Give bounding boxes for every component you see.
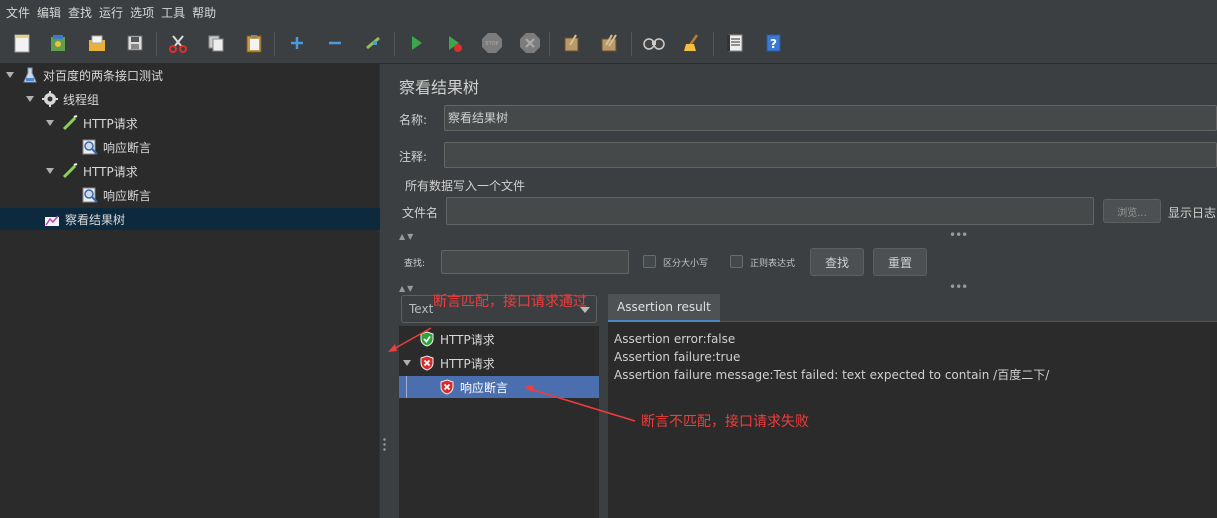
assertion-failure-line: Assertion failure:true: [614, 350, 741, 364]
result-item-fail[interactable]: HTTP请求: [403, 352, 495, 374]
filename-field[interactable]: [446, 197, 1094, 225]
help-icon[interactable]: ?: [762, 32, 784, 54]
tree-item-label: HTTP请求: [83, 164, 138, 179]
sampler-pen-icon: [62, 163, 78, 179]
menu-help[interactable]: 帮助: [192, 4, 216, 21]
annotation-fail: 断言不匹配，接口请求失败: [641, 414, 809, 430]
menu-tools[interactable]: 工具: [161, 4, 185, 21]
page-title: 察看结果树: [399, 78, 480, 97]
stop-icon[interactable]: STOP: [481, 32, 503, 54]
menu-options[interactable]: 选项: [130, 4, 154, 21]
test-plan-icon: [22, 67, 38, 83]
tree-item-test-plan[interactable]: 对百度的两条接口测试: [6, 64, 163, 86]
expand-icon[interactable]: [286, 32, 308, 54]
save-icon[interactable]: [124, 32, 146, 54]
assertion-magnifier-icon: [82, 139, 98, 155]
file-group-title: 所有数据写入一个文件: [405, 179, 526, 193]
show-log-label: 显示日志: [1168, 206, 1217, 220]
search-input[interactable]: [441, 250, 629, 274]
toggle-icon[interactable]: [362, 32, 384, 54]
test-plan-tree: 对百度的两条接口测试 线程组 HTTP请求 响应断言 HTTP请求 响应断言 察…: [0, 64, 380, 518]
menu-file[interactable]: 文件: [6, 4, 30, 21]
result-item-label: HTTP请求: [440, 332, 495, 347]
copy-icon[interactable]: [205, 32, 227, 54]
svg-text:STOP: STOP: [485, 41, 498, 47]
reset-button[interactable]: 重置: [873, 248, 927, 276]
renderer-value: Text: [409, 302, 434, 316]
assertion-magnifier-icon: [82, 187, 98, 203]
menu-search[interactable]: 查找: [68, 4, 92, 21]
cut-icon[interactable]: [167, 32, 189, 54]
sampler-pen-icon: [62, 115, 78, 131]
result-tabs: Assertion result: [608, 294, 1217, 322]
assertion-message-line: Assertion failure message:Test failed: t…: [614, 368, 1050, 382]
browse-button[interactable]: 浏览...: [1103, 199, 1161, 223]
svg-text:?: ?: [770, 37, 777, 51]
expand-arrow-icon[interactable]: [403, 360, 411, 366]
start-icon[interactable]: [405, 32, 427, 54]
tab-assertion-result[interactable]: Assertion result: [608, 294, 720, 322]
fail-shield-icon: [439, 379, 455, 395]
result-item-assertion-fail[interactable]: 响应断言: [399, 376, 599, 398]
name-label: 名称:: [399, 113, 428, 127]
gear-icon: [42, 91, 58, 107]
search-icon[interactable]: [643, 32, 665, 54]
result-item-pass[interactable]: HTTP请求: [419, 328, 495, 350]
regex-label: 正则表达式: [750, 259, 796, 269]
splitter-1[interactable]: ▲▼ •••: [399, 228, 1217, 242]
tree-item-label: 响应断言: [103, 188, 152, 203]
menu-run[interactable]: 运行: [99, 4, 123, 21]
paste-icon[interactable]: [243, 32, 265, 54]
tree-item-label: 察看结果树: [65, 212, 126, 227]
tree-item-label: 对百度的两条接口测试: [43, 68, 164, 83]
tree-item-http-request-1[interactable]: HTTP请求: [46, 112, 138, 134]
menu-edit[interactable]: 编辑: [37, 4, 61, 21]
fail-shield-icon: [419, 355, 435, 371]
new-file-icon[interactable]: [11, 32, 33, 54]
result-item-label: 响应断言: [460, 380, 509, 395]
function-helper-icon[interactable]: [724, 32, 746, 54]
comment-label: 注释:: [399, 150, 428, 164]
menu-bar: 文件 编辑 查找 运行 选项 工具 帮助: [0, 0, 1217, 24]
assertion-error-line: Assertion error:false: [614, 332, 736, 346]
collapse-icon[interactable]: [324, 32, 346, 54]
name-field[interactable]: 察看结果树: [444, 105, 1217, 131]
tree-item-label: 线程组: [63, 92, 100, 107]
case-sensitive-checkbox[interactable]: [643, 255, 656, 268]
find-button[interactable]: 查找: [810, 248, 864, 276]
toolbar: STOP ?: [0, 24, 1217, 64]
annotation-pass: 断言匹配，接口请求通过: [433, 294, 587, 310]
open-icon[interactable]: [86, 32, 108, 54]
clear-all-icon[interactable]: [599, 32, 621, 54]
regex-checkbox[interactable]: [730, 255, 743, 268]
main-splitter[interactable]: [380, 64, 389, 518]
tree-item-http-request-2[interactable]: HTTP请求: [46, 160, 138, 182]
tree-item-view-results-tree[interactable]: 察看结果树: [0, 208, 380, 230]
clear-icon[interactable]: [561, 32, 583, 54]
tree-item-assertion-1[interactable]: 响应断言: [82, 136, 151, 158]
expand-arrow-icon[interactable]: [6, 72, 14, 78]
expand-arrow-icon[interactable]: [46, 168, 54, 174]
start-no-pause-icon[interactable]: [443, 32, 465, 54]
case-sensitive-label: 区分大小写: [663, 259, 709, 269]
results-tree: HTTP请求 HTTP请求 响应断言: [399, 326, 599, 518]
tree-item-assertion-2[interactable]: 响应断言: [82, 184, 151, 206]
pass-shield-icon: [419, 331, 435, 347]
expand-arrow-icon[interactable]: [46, 120, 54, 126]
results-splitter[interactable]: [599, 294, 608, 518]
reset-search-icon[interactable]: [681, 32, 703, 54]
tree-item-label: 响应断言: [103, 140, 152, 155]
tree-item-thread-group[interactable]: 线程组: [26, 88, 99, 110]
templates-icon[interactable]: [47, 32, 69, 54]
filename-label: 文件名: [402, 206, 439, 220]
chart-listener-icon: [44, 211, 60, 227]
expand-arrow-icon[interactable]: [26, 96, 34, 102]
result-item-label: HTTP请求: [440, 356, 495, 371]
tree-item-label: HTTP请求: [83, 116, 138, 131]
search-label: 查找:: [404, 259, 426, 269]
comment-field[interactable]: [444, 142, 1217, 168]
shutdown-icon[interactable]: [519, 32, 541, 54]
